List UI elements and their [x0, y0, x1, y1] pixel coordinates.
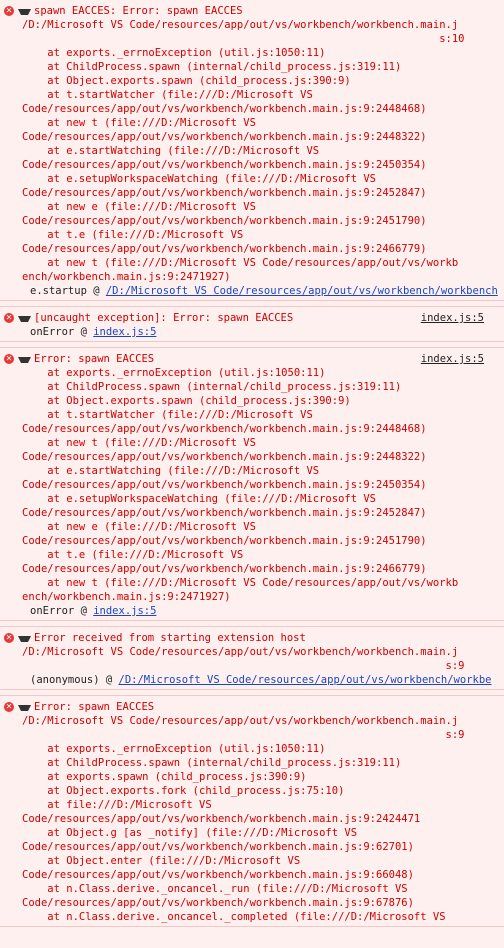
- caller-name: e.startup @: [30, 285, 106, 297]
- console-error-message: ✕ [uncaught exception]: Error: spawn EAC…: [0, 306, 504, 342]
- error-icon: ✕: [4, 354, 14, 364]
- caller-name: onError @: [30, 326, 94, 338]
- console-error-message: ✕ spawn EACCES: Error: spawn EACCES /D:/…: [0, 0, 504, 301]
- error-message-text[interactable]: Error: spawn EACCES: [34, 700, 504, 714]
- call-site: e.startup @ /D:/Microsoft VS Code/resour…: [0, 284, 504, 298]
- console-error-message: ✕ Error: spawn EACCES index.js:5 at expo…: [0, 347, 504, 621]
- call-site: onError @ index.js:5: [0, 325, 504, 339]
- call-site: onError @ index.js:5: [0, 604, 504, 618]
- expand-triangle-icon[interactable]: [18, 316, 31, 322]
- caller-name: (anonymous) @: [30, 674, 119, 686]
- expand-triangle-icon[interactable]: [18, 357, 31, 363]
- source-link[interactable]: index.js:5: [421, 311, 484, 325]
- source-link[interactable]: index.js:5: [93, 605, 156, 617]
- caller-name: onError @: [30, 605, 94, 617]
- error-icon: ✕: [4, 633, 14, 643]
- stack-trace[interactable]: at exports._errnoException (util.js:1050…: [0, 366, 504, 604]
- error-icon: ✕: [4, 702, 14, 712]
- expand-triangle-icon[interactable]: [18, 705, 31, 711]
- error-icon: ✕: [4, 313, 14, 323]
- source-link[interactable]: index.js:5: [421, 352, 484, 366]
- stack-trace[interactable]: /D:/Microsoft VS Code/resources/app/out/…: [0, 714, 504, 924]
- console-error-message: ✕ Error: spawn EACCES /D:/Microsoft VS C…: [0, 695, 504, 927]
- stack-trace[interactable]: /D:/Microsoft VS Code/resources/app/out/…: [0, 645, 504, 673]
- error-message-text[interactable]: spawn EACCES: Error: spawn EACCES: [34, 4, 504, 18]
- source-link[interactable]: index.js:5: [93, 326, 156, 338]
- expand-triangle-icon[interactable]: [18, 9, 31, 15]
- console-error-message: ✕ Error received from starting extension…: [0, 626, 504, 690]
- devtools-console: ✕ spawn EACCES: Error: spawn EACCES /D:/…: [0, 0, 504, 948]
- source-link[interactable]: /D:/Microsoft VS Code/resources/app/out/…: [106, 285, 498, 297]
- source-link[interactable]: /D:/Microsoft VS Code/resources/app/out/…: [119, 674, 492, 686]
- expand-triangle-icon[interactable]: [18, 636, 31, 642]
- error-message-text[interactable]: Error received from starting extension h…: [34, 631, 504, 645]
- call-site: (anonymous) @ /D:/Microsoft VS Code/reso…: [0, 673, 504, 687]
- error-icon: ✕: [4, 6, 14, 16]
- stack-trace[interactable]: /D:/Microsoft VS Code/resources/app/out/…: [0, 18, 504, 284]
